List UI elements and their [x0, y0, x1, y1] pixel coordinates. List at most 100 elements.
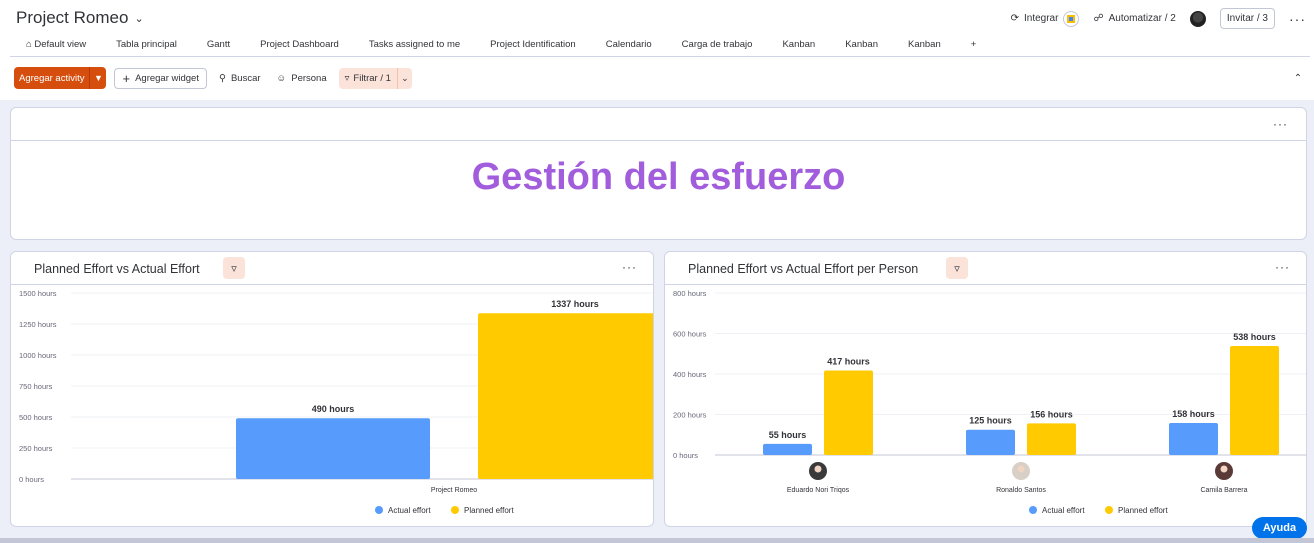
- add-activity-button[interactable]: Agregar activity ▼: [14, 67, 107, 89]
- data-label: 417 hours: [827, 357, 870, 367]
- y-tick-label: 600 hours: [673, 330, 707, 339]
- y-tick-label: 750 hours: [19, 382, 53, 391]
- legend-swatch: [1105, 506, 1113, 514]
- integrate-label: Integrar: [1023, 13, 1059, 24]
- horizontal-scrollbar[interactable]: [0, 538, 1314, 543]
- person-filter-button[interactable]: ☺ Persona: [273, 68, 331, 89]
- header-actions: ⟳ Integrar ☍ Automatizar / 2 Invitar / 3…: [1011, 8, 1306, 29]
- tabs-divider: [10, 56, 1310, 57]
- y-tick-label: 800 hours: [673, 289, 707, 298]
- tab-project-identification[interactable]: Project Identification: [475, 38, 591, 51]
- avatar-face: [1220, 465, 1228, 473]
- legend-label: Planned effort: [464, 506, 514, 515]
- integration-icon: ⟳: [1010, 13, 1019, 24]
- legend-label: Actual effort: [388, 506, 431, 515]
- legend-label: Actual effort: [1042, 506, 1085, 515]
- search-button[interactable]: ⚲ Buscar: [215, 68, 265, 89]
- widget-menu-icon[interactable]: ···: [1275, 260, 1290, 274]
- user-avatar[interactable]: [1189, 10, 1206, 27]
- y-tick-label: 0 hours: [673, 451, 698, 460]
- effort-bar-chart: 0 hours 250 hours 500 hours 750 hours 1000 h…: [19, 289, 653, 515]
- data-label: 490 hours: [312, 404, 355, 414]
- data-label: 156 hours: [1030, 409, 1073, 419]
- y-tick-label: 1500 hours: [19, 289, 57, 298]
- widget-header: Planned Effort vs Actual Effort per Pers…: [665, 252, 1306, 285]
- bar: [236, 418, 430, 479]
- tab-default-view[interactable]: ⌂ Default view: [26, 38, 101, 51]
- bar: [763, 443, 812, 455]
- tab-gantt[interactable]: Gantt: [192, 38, 245, 51]
- y-tick-label: 500 hours: [19, 413, 53, 422]
- chevron-down-icon[interactable]: ▼: [89, 67, 106, 89]
- person-icon: ☺: [276, 72, 287, 84]
- collapse-header-icon[interactable]: ⌃: [1290, 70, 1306, 86]
- y-tick-label: 250 hours: [19, 444, 53, 453]
- y-tick-label: 1000 hours: [19, 351, 57, 360]
- bar: [824, 370, 873, 455]
- y-tick-label: 1250 hours: [19, 320, 57, 329]
- y-tick-label: 0 hours: [19, 475, 44, 484]
- add-view-button[interactable]: +: [956, 38, 992, 51]
- banner-title: Gestión del esfuerzo: [471, 156, 846, 198]
- legend-swatch: [1029, 506, 1037, 514]
- plus-icon: +: [122, 70, 131, 86]
- widget-filter-button[interactable]: ▿: [223, 257, 245, 279]
- board-toolbar: Agregar activity ▼ + Agregar widget ⚲ Bu…: [14, 67, 412, 89]
- automate-button[interactable]: ☍ Automatizar / 2: [1093, 13, 1175, 24]
- board-title[interactable]: Project Romeo: [16, 8, 128, 28]
- avatar-face: [814, 465, 822, 473]
- text-widget-header: [11, 108, 1306, 141]
- funnel-icon: ▿: [231, 262, 237, 275]
- y-tick-label: 400 hours: [673, 370, 707, 379]
- tab-kanban-2[interactable]: Kanban: [830, 38, 893, 51]
- integrate-button[interactable]: ⟳ Integrar: [1010, 10, 1080, 27]
- add-widget-button[interactable]: + Agregar widget: [114, 67, 207, 89]
- board-title-row[interactable]: Project Romeo ⌄: [16, 8, 144, 28]
- x-category-label: Camila Barrera: [1200, 487, 1247, 494]
- bar: [1027, 423, 1076, 455]
- chevron-down-icon[interactable]: ⌄: [396, 67, 412, 89]
- search-label: Buscar: [230, 72, 261, 84]
- data-label: 1337 hours: [551, 299, 599, 309]
- help-button[interactable]: Ayuda: [1252, 517, 1307, 539]
- filter-button[interactable]: ▿ Filtrar / 1 ⌄: [338, 67, 412, 89]
- tab-kanban-1[interactable]: Kanban: [767, 38, 830, 51]
- legend-label: Planned effort: [1118, 506, 1168, 515]
- add-activity-label[interactable]: Agregar activity: [14, 67, 89, 89]
- robot-icon: ☍: [1093, 13, 1104, 24]
- bar: [478, 313, 653, 479]
- bar: [966, 429, 1015, 455]
- data-label: 538 hours: [1233, 332, 1276, 342]
- home-icon: ⌂: [26, 39, 32, 50]
- automate-label: Automatizar / 2: [1108, 13, 1176, 24]
- effort-per-person-widget: Planned Effort vs Actual Effort per Pers…: [664, 251, 1307, 527]
- legend-swatch: [375, 506, 383, 514]
- tab-carga-de-trabajo[interactable]: Carga de trabajo: [667, 38, 768, 51]
- x-category-label: Eduardo Nori Triqos: [787, 487, 850, 494]
- funnel-icon: ▿: [344, 72, 350, 84]
- x-category-label: Ronaldo Santos: [996, 487, 1046, 494]
- legend-swatch: [451, 506, 459, 514]
- data-label: 55 hours: [769, 430, 807, 440]
- tab-calendario[interactable]: Calendario: [591, 38, 667, 51]
- view-tabs: ⌂ Default view Tabla principal Gantt Pro…: [26, 38, 991, 51]
- filter-label: Filtrar / 1: [353, 72, 391, 84]
- tab-tasks-assigned[interactable]: Tasks assigned to me: [354, 38, 475, 51]
- data-label: 158 hours: [1172, 409, 1215, 419]
- tab-kanban-3[interactable]: Kanban: [893, 38, 956, 51]
- avatar-face: [1017, 465, 1025, 473]
- filter-main[interactable]: ▿ Filtrar / 1: [339, 68, 397, 89]
- widget-filter-button[interactable]: ▿: [946, 257, 968, 279]
- widget-menu-icon[interactable]: ···: [1273, 117, 1288, 131]
- tab-project-dashboard[interactable]: Project Dashboard: [245, 38, 354, 51]
- chevron-down-icon[interactable]: ⌄: [134, 12, 143, 25]
- tab-tabla-principal[interactable]: Tabla principal: [101, 38, 192, 51]
- funnel-icon: ▿: [954, 262, 960, 275]
- google-calendar-icon: [1063, 10, 1080, 27]
- more-options-icon[interactable]: ···: [1289, 11, 1306, 27]
- y-tick-label: 200 hours: [673, 411, 707, 420]
- invite-button[interactable]: Invitar / 3: [1219, 8, 1275, 29]
- effort-per-person-bar-chart: 0 hours 200 hours 400 hours 600 hours 800 ho…: [673, 289, 1306, 515]
- widget-menu-icon[interactable]: ···: [622, 260, 637, 274]
- data-label: 125 hours: [969, 416, 1012, 426]
